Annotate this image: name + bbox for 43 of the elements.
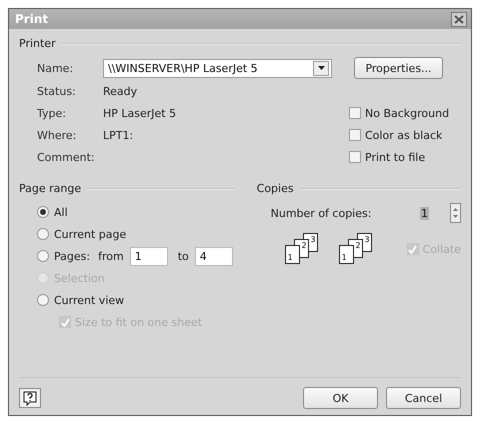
page-sheet: 1 bbox=[338, 245, 354, 264]
radio-label: Current view bbox=[54, 294, 124, 306]
printer-dropdown[interactable]: \\WINSERVER\HP LaserJet 5 bbox=[103, 58, 332, 78]
checkbox-label: No Background bbox=[365, 106, 450, 120]
checkbox-label: Color as black bbox=[365, 128, 442, 142]
field-value: HP LaserJet 5 bbox=[103, 106, 176, 120]
radio-button[interactable] bbox=[37, 228, 49, 240]
field-label: Type: bbox=[36, 106, 67, 120]
section-title: Printer bbox=[19, 37, 56, 50]
spinner-icon[interactable] bbox=[450, 203, 461, 223]
checkbox[interactable] bbox=[349, 107, 361, 119]
field-label: Status: bbox=[36, 84, 77, 98]
checkbox-label: Print to file bbox=[365, 150, 426, 164]
copies-label: Number of copies: bbox=[270, 206, 372, 220]
dialog-button[interactable]: OK bbox=[303, 387, 378, 409]
radio-label: Pages: bbox=[54, 250, 90, 262]
field-value: LPT1: bbox=[103, 128, 134, 142]
caret-icon bbox=[318, 66, 324, 70]
from-field[interactable]: 1 bbox=[130, 246, 168, 266]
checkbox[interactable] bbox=[349, 151, 361, 163]
from-label: from bbox=[98, 250, 124, 262]
section-title: Copies bbox=[256, 182, 294, 195]
radio-button[interactable] bbox=[37, 250, 49, 262]
properties-button[interactable]: Properties... bbox=[354, 57, 443, 79]
dialog-button[interactable]: Cancel bbox=[386, 387, 461, 409]
help-button[interactable] bbox=[19, 388, 41, 408]
field-label: Name: bbox=[36, 62, 74, 74]
page-sheet: 1 bbox=[284, 245, 300, 264]
window-title: Print bbox=[15, 12, 48, 26]
radio-label: All bbox=[54, 206, 68, 218]
close-button[interactable] bbox=[451, 12, 467, 26]
radio-button[interactable] bbox=[37, 206, 49, 218]
to-field[interactable]: 4 bbox=[194, 246, 233, 266]
section-title: Page range bbox=[19, 182, 82, 195]
field-value: Ready bbox=[103, 84, 138, 98]
radio-label: Current page bbox=[54, 228, 126, 240]
radio-button[interactable] bbox=[37, 294, 49, 306]
help-icon bbox=[23, 390, 37, 406]
checkbox[interactable] bbox=[349, 129, 361, 141]
copies-field[interactable]: 1 bbox=[416, 204, 450, 222]
field-label: Comment: bbox=[36, 150, 96, 164]
to-label: to bbox=[178, 250, 189, 262]
field-label: Where: bbox=[36, 128, 78, 142]
